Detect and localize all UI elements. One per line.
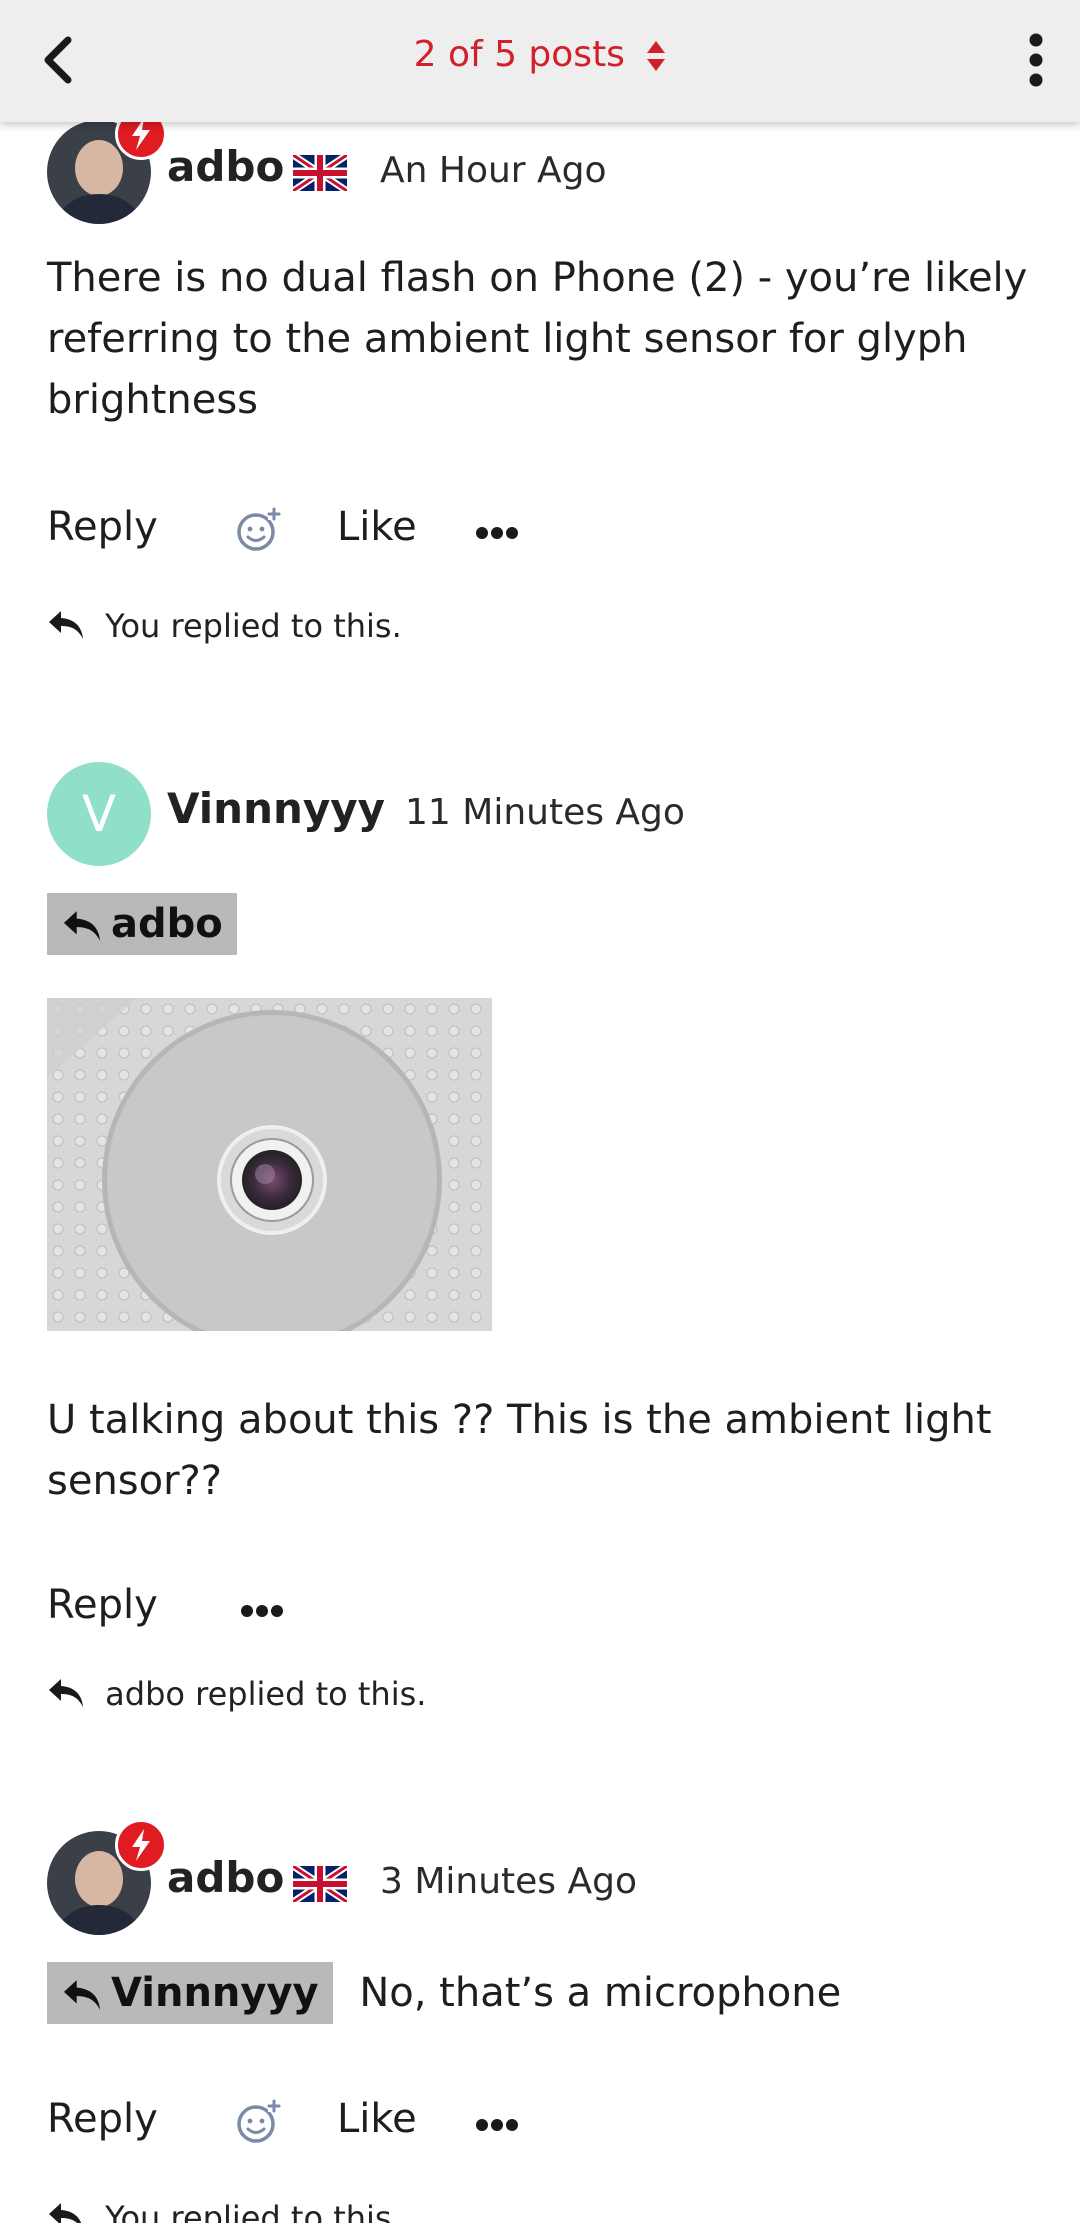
- replied-note[interactable]: You replied to this.: [47, 2199, 402, 2223]
- add-reaction-icon[interactable]: [234, 506, 282, 554]
- horizontal-dots-icon[interactable]: [475, 2118, 519, 2132]
- moderator-badge: [115, 1819, 167, 1871]
- top-bar: 2 of 5 posts: [0, 0, 1080, 122]
- reply-to-tag[interactable]: adbo: [47, 893, 237, 955]
- horizontal-dots-icon[interactable]: [240, 1604, 284, 1618]
- post-actions: Reply Like: [47, 504, 947, 564]
- reply-arrow-icon: [49, 1679, 83, 1707]
- replied-note-text: adbo replied to this.: [105, 1675, 427, 1713]
- username[interactable]: adbo: [167, 142, 284, 191]
- reply-arrow-icon: [63, 1980, 101, 2010]
- reply-arrow-icon: [63, 911, 101, 941]
- username[interactable]: adbo: [167, 1853, 284, 1902]
- reply-button[interactable]: Reply: [47, 2096, 158, 2142]
- post-actions: Reply: [47, 1582, 947, 1642]
- reply-button[interactable]: Reply: [47, 504, 158, 550]
- more-options-button[interactable]: [1006, 30, 1066, 90]
- post-actions: Reply Like: [47, 2096, 947, 2156]
- post-position-label: 2 of 5 posts: [413, 34, 625, 75]
- post-body: U talking about this ?? This is the ambi…: [47, 1397, 992, 1504]
- replied-note-text: You replied to this.: [105, 607, 402, 645]
- post-body: No, that’s a microphone: [359, 1970, 842, 2016]
- post-position-selector[interactable]: 2 of 5 posts: [0, 34, 1080, 75]
- replied-note[interactable]: You replied to this.: [47, 607, 402, 645]
- add-reaction-icon[interactable]: [234, 2098, 282, 2146]
- post-item: adbo An Hour Ago There is no dual flash …: [0, 108, 1080, 680]
- post-item: V Vinnnyyy 11 Minutes Ago adbo U talking…: [0, 762, 1080, 1752]
- replied-note-text: You replied to this.: [105, 2199, 402, 2223]
- avatar[interactable]: V: [47, 762, 151, 866]
- post-timestamp: 11 Minutes Ago: [405, 792, 685, 833]
- replied-note[interactable]: adbo replied to this.: [47, 1675, 426, 1713]
- post-timestamp: An Hour Ago: [380, 150, 607, 191]
- post-header: V Vinnnyyy 11 Minutes Ago: [47, 762, 1047, 866]
- horizontal-dots-icon[interactable]: [475, 526, 519, 540]
- reply-quote: adbo: [47, 893, 1037, 955]
- post-item: adbo 3 Minutes Ago Vinnnyyy No, that’s a…: [0, 1819, 1080, 2223]
- uk-flag-icon: [293, 155, 347, 191]
- username[interactable]: Vinnnyyy: [167, 784, 385, 833]
- post-body-row: Vinnnyyy No, that’s a microphone: [47, 1962, 1037, 2024]
- uk-flag-icon: [293, 1866, 347, 1902]
- like-button[interactable]: Like: [337, 504, 417, 550]
- reply-button[interactable]: Reply: [47, 1582, 158, 1628]
- reply-to-username: adbo: [111, 901, 223, 947]
- like-button[interactable]: Like: [337, 2096, 417, 2142]
- lightning-icon: [132, 1829, 150, 1861]
- post-image-content: [47, 998, 492, 1331]
- post-image[interactable]: [47, 998, 492, 1331]
- post-timestamp: 3 Minutes Ago: [380, 1861, 638, 1902]
- reply-arrow-icon: [49, 2203, 82, 2223]
- reply-to-tag[interactable]: Vinnnyyy: [47, 1962, 333, 2024]
- sort-icon: [647, 41, 666, 71]
- vertical-dots-icon: [1029, 33, 1043, 87]
- post-body: There is no dual flash on Phone (2) - yo…: [47, 255, 1028, 423]
- post-header: adbo An Hour Ago: [47, 108, 1047, 224]
- post-header: adbo 3 Minutes Ago: [47, 1819, 1047, 1935]
- reply-arrow-icon: [49, 611, 83, 639]
- reply-to-username: Vinnnyyy: [111, 1970, 319, 2016]
